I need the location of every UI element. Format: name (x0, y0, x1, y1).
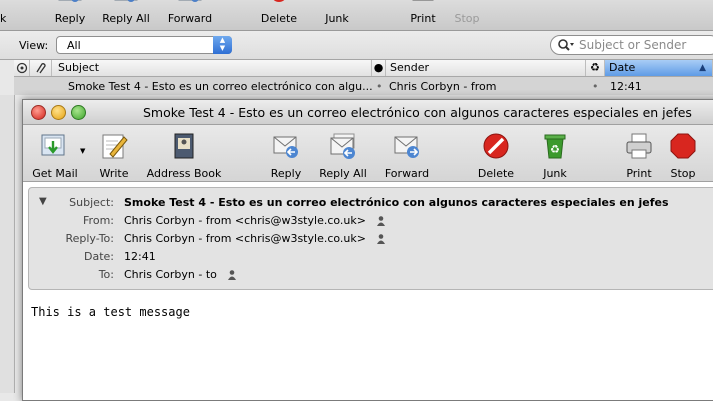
row-junk-dot: • (592, 80, 599, 93)
reply-to-header-label: Reply-To: (65, 232, 114, 245)
subject-header-value: Smoke Test 4 - Esto es un correo electró… (124, 196, 669, 209)
subject-header-label: Subject: (69, 196, 114, 209)
message-toolbar: Get Mail ▼ Write Address Book Reply Repl… (23, 125, 713, 182)
junk-icon (323, 0, 351, 8)
delete-icon (273, 0, 285, 2)
delete-icon (483, 133, 509, 159)
reply-button[interactable]: Reply (50, 0, 90, 30)
get-mail-icon (41, 134, 65, 156)
sort-ascending-icon: ▲ (699, 63, 706, 73)
minimize-window-button[interactable] (51, 105, 66, 120)
sender-column-label: Sender (390, 61, 429, 74)
stop-icon (453, 0, 481, 8)
date-header-value: 12:41 (124, 250, 156, 263)
address-book-button[interactable]: Address Book (143, 129, 225, 180)
main-toolbar: k Reply Reply All Forward Delete Junk Pr… (0, 0, 713, 31)
write-icon (102, 134, 128, 159)
to-header-value[interactable]: Chris Corbyn - to (124, 268, 217, 281)
message-header-pane: ▼ Subject: Smoke Test 4 - Esto es un cor… (28, 187, 713, 290)
subject-column-label: Subject (58, 61, 100, 74)
row-sender: Chris Corbyn - from (389, 80, 497, 93)
reply-icon (273, 136, 298, 158)
forward-icon (178, 0, 202, 2)
message-list-row[interactable]: Smoke Test 4 - Esto es un correo electró… (14, 77, 713, 95)
recycle-icon: ♻ (590, 61, 600, 74)
person-icon[interactable] (377, 234, 386, 244)
forward-button[interactable]: Forward (165, 0, 215, 30)
read-column-header[interactable]: ● (372, 60, 386, 76)
write-button[interactable]: Write (97, 129, 131, 180)
view-label: View: (19, 39, 49, 52)
person-icon[interactable] (228, 270, 237, 280)
stop-button[interactable]: Stop (666, 129, 700, 180)
junk-status-column-header[interactable]: ♻ (586, 60, 605, 76)
thread-column-header[interactable] (14, 60, 30, 76)
reply-all-icon (330, 133, 355, 159)
sender-column-header[interactable]: Sender (386, 60, 586, 76)
folder-pane-edge (0, 95, 15, 393)
search-box[interactable] (550, 35, 713, 55)
date-header-label: Date: (84, 250, 114, 263)
junk-icon: ♻ (544, 134, 566, 159)
reply-all-button[interactable]: Reply All (100, 0, 152, 30)
forward-icon (394, 136, 419, 158)
delete-button[interactable]: Delete (476, 129, 516, 180)
attachment-column-header[interactable] (30, 60, 52, 76)
to-header-label: To: (98, 268, 114, 281)
view-select[interactable]: All ▲ ▼ (56, 36, 232, 54)
view-bar: View: All ▲ ▼ (0, 31, 713, 60)
print-button[interactable]: Print (621, 129, 657, 180)
window-title: Smoke Test 4 - Esto es un correo electró… (143, 105, 692, 120)
row-subject: Smoke Test 4 - Esto es un correo electró… (68, 80, 373, 93)
person-icon[interactable] (377, 216, 386, 226)
get-mail-menu-button[interactable]: ▼ (79, 129, 89, 179)
from-header-label: From: (83, 214, 114, 227)
dropdown-arrow-icon: ▼ (80, 147, 86, 155)
row-read-dot: • (376, 80, 383, 93)
forward-button[interactable]: Forward (382, 129, 432, 180)
get-mail-button[interactable]: Get Mail (29, 129, 81, 180)
message-window-titlebar[interactable]: Smoke Test 4 - Esto es un correo electró… (23, 100, 713, 125)
zoom-window-button[interactable] (71, 105, 86, 120)
paperclip-icon (36, 63, 46, 74)
svg-text:♻: ♻ (550, 143, 560, 156)
address-book-icon (174, 133, 194, 159)
print-button[interactable]: Print (405, 0, 441, 30)
date-column-header[interactable]: Date ▲ (605, 60, 713, 76)
junk-button[interactable]: ♻ Junk (538, 129, 572, 180)
message-list-header: Subject ● Sender ♻ Date ▲ (14, 60, 713, 77)
updown-arrows-icon: ▲ ▼ (213, 36, 232, 54)
close-window-button[interactable] (31, 105, 46, 120)
delete-button[interactable]: Delete (259, 0, 299, 30)
toolbar-edge-fragment: k (0, 12, 7, 25)
reply-button[interactable]: Reply (266, 129, 306, 180)
message-window: Smoke Test 4 - Esto es un correo electró… (22, 99, 713, 401)
reply-all-button[interactable]: Reply All (316, 129, 370, 180)
read-dot-icon: ● (373, 61, 384, 74)
thread-icon (16, 62, 28, 74)
print-icon (412, 0, 434, 1)
message-body: This is a test message (31, 305, 190, 319)
reply-all-icon (114, 0, 138, 2)
print-icon (626, 133, 652, 159)
stop-icon (670, 133, 696, 159)
reply-to-header-value[interactable]: Chris Corbyn - from <chris@w3style.co.uk… (124, 232, 366, 245)
subject-column-header[interactable]: Subject (52, 60, 372, 76)
junk-button[interactable]: Junk (320, 0, 354, 30)
date-column-label: Date (609, 61, 636, 74)
view-select-value: All (67, 39, 81, 52)
row-date: 12:41 (610, 80, 642, 93)
reply-icon (58, 0, 82, 2)
from-header-value[interactable]: Chris Corbyn - from <chris@w3style.co.uk… (124, 214, 366, 227)
stop-button: Stop (450, 0, 484, 30)
search-input[interactable] (579, 38, 709, 52)
search-icon (558, 39, 574, 51)
